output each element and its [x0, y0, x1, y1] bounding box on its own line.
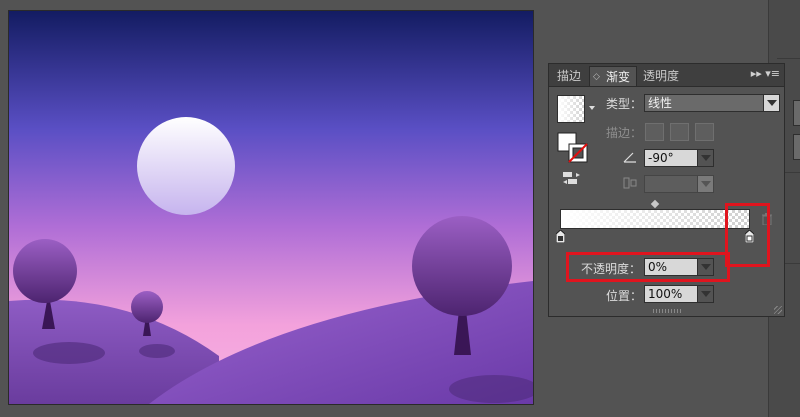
- artboard-canvas[interactable]: [8, 10, 534, 405]
- panel-menu-icon[interactable]: ▸▸ ▾≡: [751, 67, 780, 80]
- fill-stroke-icon[interactable]: [557, 132, 589, 164]
- stroke-across-icon: [695, 123, 714, 141]
- chevron-down-icon: [697, 150, 713, 166]
- panel-resize-grip[interactable]: [653, 309, 681, 313]
- opacity-value: 0%: [648, 260, 668, 274]
- type-value: 线性: [648, 96, 673, 110]
- location-dropdown[interactable]: 100%: [644, 285, 714, 303]
- chevron-down-icon: [697, 176, 713, 192]
- gradient-stop-left[interactable]: [555, 229, 566, 244]
- chevron-down-icon: [763, 95, 779, 111]
- tree-crown-3: [412, 216, 512, 316]
- type-dropdown[interactable]: 线性: [644, 94, 780, 112]
- stroke-along-icon: [670, 123, 689, 141]
- tab-gradient[interactable]: ◇ 渐变: [589, 66, 638, 86]
- opacity-label: 不透明度：: [581, 262, 642, 276]
- stroke-within-icon: [645, 123, 664, 141]
- gradient-slider[interactable]: [560, 209, 750, 229]
- chevron-down-icon: [697, 286, 713, 302]
- reverse-gradient-icon[interactable]: [563, 171, 581, 187]
- tree-shadow-2: [139, 344, 175, 358]
- location-label: 位置：: [606, 289, 643, 303]
- gradient-swatch-icon[interactable]: [557, 95, 585, 123]
- corner-resize-icon[interactable]: [774, 306, 782, 314]
- type-label: 类型：: [606, 97, 643, 111]
- dock-button-2[interactable]: [793, 134, 800, 160]
- moon: [137, 117, 235, 215]
- tab-transparency[interactable]: 透明度: [637, 66, 685, 86]
- tab-collapse-icon: ◇: [593, 72, 600, 82]
- angle-value: -90°: [648, 151, 674, 165]
- aspect-dropdown: [644, 175, 714, 193]
- chevron-down-icon: [697, 259, 713, 275]
- angle-dropdown[interactable]: -90°: [644, 149, 714, 167]
- gradient-stop-right[interactable]: [744, 229, 755, 244]
- gradient-midpoint[interactable]: [650, 199, 660, 209]
- stroke-label: 描边：: [606, 126, 643, 140]
- tree-crown-1: [13, 239, 77, 303]
- gradient-panel: 描边 ◇ 渐变 透明度 ▸▸ ▾≡ 类型： 线性 描边： -90° 不透明度： …: [548, 63, 785, 317]
- dock-button-1[interactable]: [793, 100, 800, 126]
- angle-icon: [623, 151, 637, 163]
- swatch-dropdown-icon[interactable]: [589, 106, 595, 110]
- aspect-ratio-icon: [623, 177, 637, 189]
- panel-tab-bar: 描边 ◇ 渐变 透明度 ▸▸ ▾≡: [549, 64, 784, 87]
- trash-icon[interactable]: [762, 213, 772, 226]
- location-value: 100%: [648, 287, 683, 301]
- tab-stroke[interactable]: 描边: [551, 66, 587, 86]
- opacity-dropdown[interactable]: 0%: [644, 258, 714, 276]
- tree-shadow-1: [33, 342, 105, 364]
- tree-crown-2: [131, 291, 163, 323]
